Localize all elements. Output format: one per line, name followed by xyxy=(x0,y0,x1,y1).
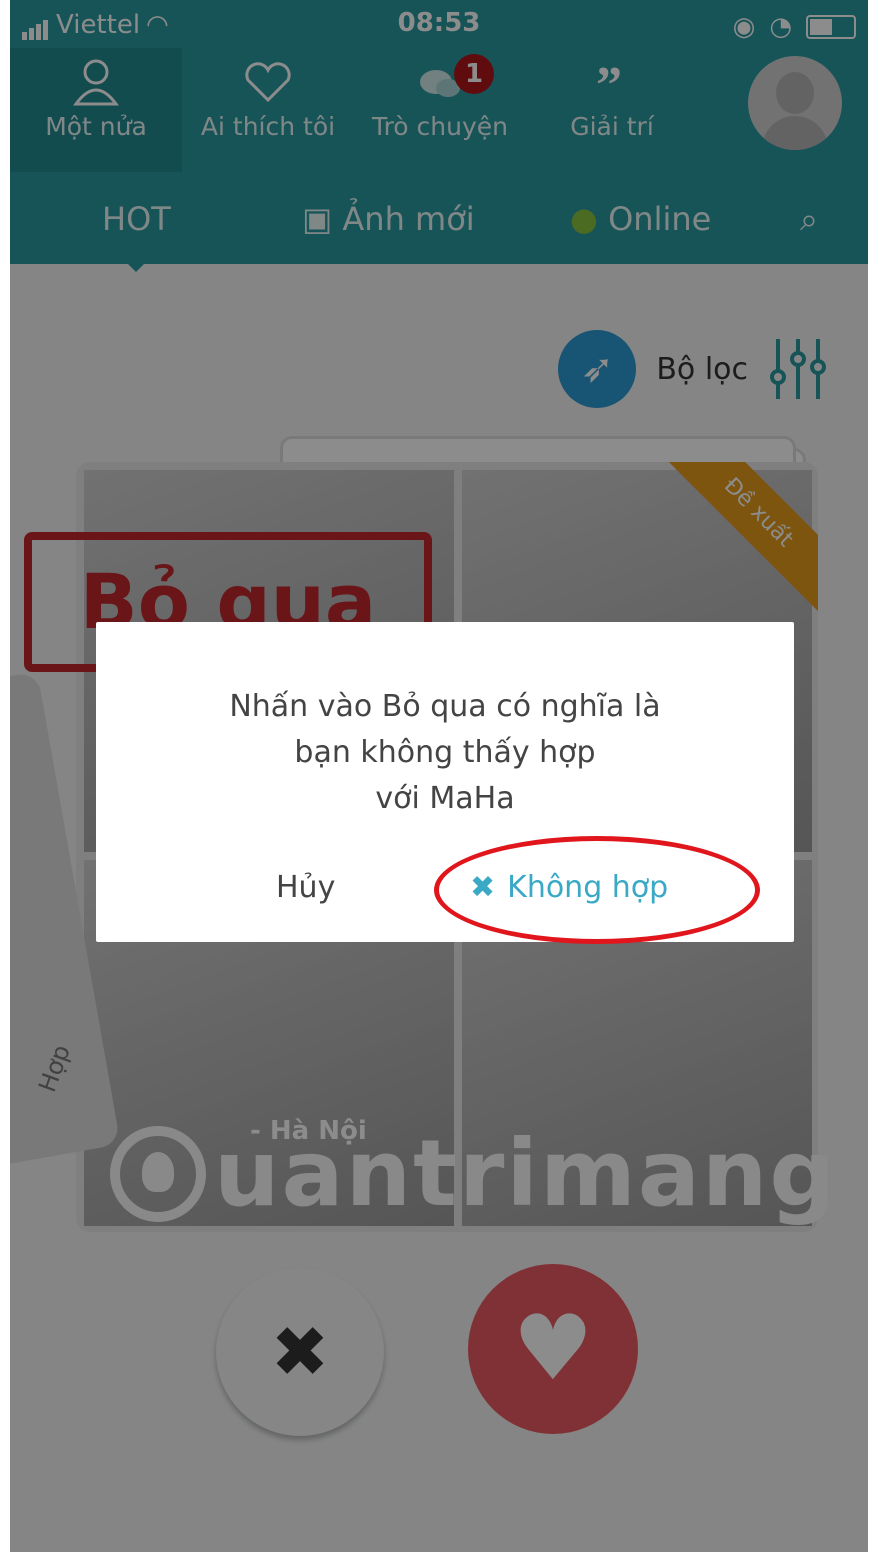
dialog-message-line: bạn không thấy hợp xyxy=(294,735,596,770)
dialog-message: Nhấn vào Bỏ qua có nghĩa là bạn không th… xyxy=(96,684,794,822)
dialog-message-line: Nhấn vào Bỏ qua có nghĩa là xyxy=(229,689,661,724)
highlight-circle xyxy=(434,836,760,944)
dialog-message-line: với MaHa xyxy=(375,781,515,816)
cancel-button[interactable]: Hủy xyxy=(276,870,335,905)
